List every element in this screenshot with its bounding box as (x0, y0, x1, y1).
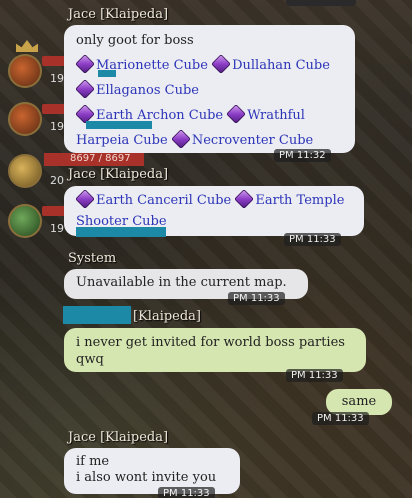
message-timestamp: PM 11:33 (158, 487, 215, 498)
message-timestamp: PM 11:33 (286, 369, 343, 382)
message-text: i never get invited for world boss parti… (76, 335, 345, 367)
chat-log[interactable]: Jace [Klaipeda] only goot for boss Mario… (0, 0, 412, 498)
message-text-line: if me (76, 454, 110, 469)
cube-item-icon (226, 104, 247, 124)
item-link[interactable]: Necroventer Cube (192, 133, 313, 148)
message-sender: Jace [Klaipeda] (68, 7, 169, 22)
message-bubble: only goot for boss Marionette Cube Dulla… (64, 25, 355, 153)
redaction-box (76, 227, 166, 237)
cube-item-icon (75, 54, 95, 74)
message-sender: Jace [Klaipeda] (68, 167, 169, 182)
item-link[interactable]: Dullahan Cube (232, 58, 330, 73)
item-link[interactable]: Ellaganos Cube (96, 83, 199, 98)
message-sender: [Klaipeda] (133, 309, 202, 324)
message-timestamp: PM 11:33 (228, 292, 285, 305)
message-text-line: i also wont invite you (76, 470, 217, 485)
redaction-box (63, 306, 131, 324)
item-link[interactable]: Earth Canceril Cube (96, 193, 231, 208)
message-text: only goot for boss (76, 33, 194, 48)
message-sender: System (68, 251, 117, 266)
message-timestamp: PM 11:32 (274, 149, 331, 162)
message-bubble: i never get invited for world boss parti… (64, 328, 366, 372)
message-sender: Jace [Klaipeda] (68, 430, 169, 445)
cube-item-icon (75, 189, 95, 209)
redaction-box (86, 121, 152, 129)
redaction-box (98, 70, 116, 77)
message-text: Unavailable in the current map. (76, 275, 287, 290)
message-timestamp: PM 11:33 (284, 233, 341, 246)
cube-item-icon (211, 54, 232, 74)
message-text: same (341, 394, 377, 409)
cube-item-icon (75, 79, 95, 99)
cube-item-icon (234, 189, 255, 209)
cube-item-icon (170, 129, 191, 149)
message-timestamp: PM 11:33 (312, 412, 369, 425)
